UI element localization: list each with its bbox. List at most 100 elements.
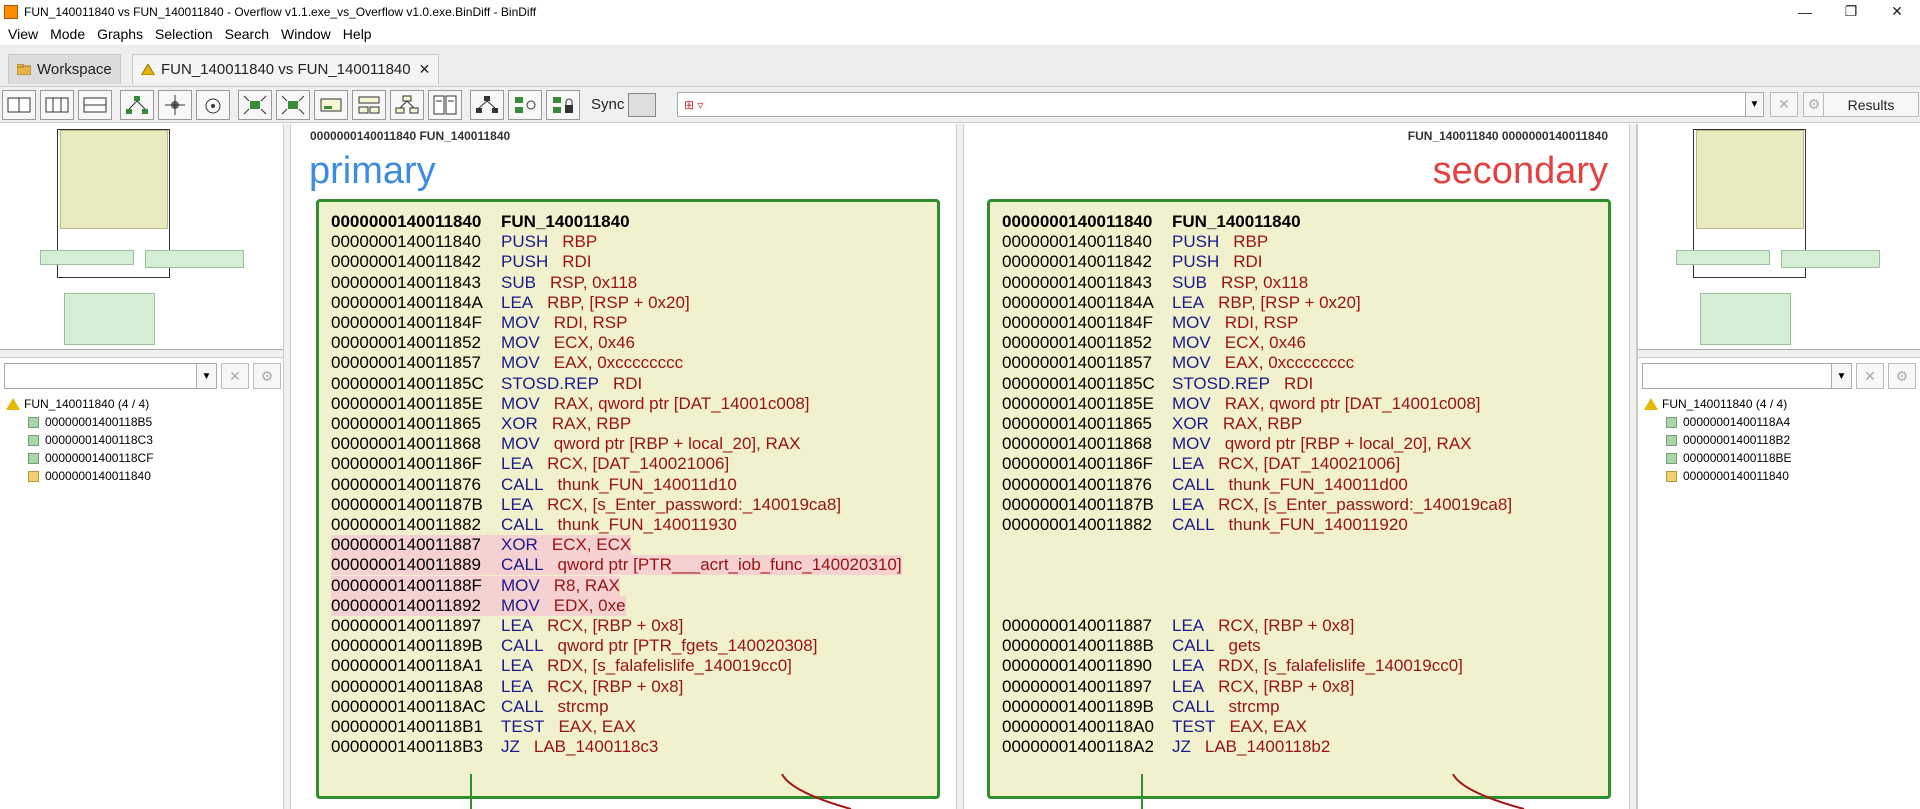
instruction-line[interactable]: 0000000140011889 CALL qword ptr [PTR___acr… bbox=[331, 555, 902, 576]
menu-view[interactable]: View bbox=[2, 26, 44, 42]
tree-item[interactable]: 00000001400118BE bbox=[1644, 449, 1916, 467]
primary-basic-block[interactable]: 0000000140011840 FUN_140011840 00000001400… bbox=[316, 199, 940, 799]
instruction-line[interactable]: 0000000140011857 MOV EAX, 0xcccccccc bbox=[331, 353, 683, 373]
instruction-line[interactable]: 0000000140011887 LEA RCX, [RBP + 0x8] bbox=[1002, 616, 1354, 636]
instruction-line[interactable]: 00000001400118B3 JZ LAB_1400118c3 bbox=[331, 737, 658, 757]
instruction-line[interactable]: 000000014001185C STOSD.REP RDI bbox=[331, 374, 642, 394]
tab-close-icon[interactable]: ✕ bbox=[419, 61, 431, 78]
graph-structure-icon[interactable] bbox=[390, 90, 424, 120]
instruction-line[interactable]: 0000000140011865 XOR RAX, RBP bbox=[1002, 414, 1302, 434]
close-button[interactable]: ✕ bbox=[1874, 0, 1920, 23]
instruction-line[interactable]: 0000000140011843 SUB RSP, 0x118 bbox=[331, 273, 637, 293]
sync-graph-icon[interactable] bbox=[508, 90, 542, 120]
instruction-line[interactable]: 000000014001184F MOV RDI, RSP bbox=[1002, 313, 1298, 333]
secondary-basic-block[interactable]: 0000000140011840 FUN_140011840 00000001400… bbox=[987, 199, 1611, 799]
instruction-line[interactable]: 000000014001184F MOV RDI, RSP bbox=[331, 313, 627, 333]
primary-graph-pane[interactable]: 0000000140011840 FUN_140011840 primary 0… bbox=[291, 124, 956, 809]
instruction-line[interactable]: 000000014001188B CALL gets bbox=[1002, 636, 1261, 656]
instruction-line[interactable]: 000000014001189B CALL qword ptr [PTR_fgets… bbox=[331, 636, 817, 656]
search-dropdown-icon[interactable]: ▼ bbox=[1745, 92, 1764, 117]
instruction-line[interactable]: 0000000140011842 PUSH RDI bbox=[1002, 252, 1263, 272]
clear-search-icon[interactable]: ✕ bbox=[1770, 92, 1798, 117]
tree-item[interactable]: 0000000140011840 bbox=[6, 467, 281, 485]
instruction-line[interactable]: 0000000140011857 MOV EAX, 0xcccccccc bbox=[1002, 353, 1354, 373]
tree-item[interactable]: 00000001400118CF bbox=[6, 449, 281, 467]
instruction-line[interactable]: 000000014001187B LEA RCX, [s_Enter_passwor… bbox=[1002, 495, 1512, 515]
split-view-icon[interactable] bbox=[40, 90, 74, 120]
edge-highlight-icon[interactable] bbox=[352, 90, 386, 120]
instruction-line[interactable]: 000000014001184A LEA RBP, [RSP + 0x20] bbox=[331, 293, 690, 313]
tree-item[interactable]: 00000001400118B2 bbox=[1644, 431, 1916, 449]
instruction-line[interactable]: 0000000140011897 LEA RCX, [RBP + 0x8] bbox=[331, 616, 683, 636]
filter-input[interactable] bbox=[1642, 363, 1832, 389]
tree-settings-icon[interactable] bbox=[470, 90, 504, 120]
instruction-line[interactable]: 0000000140011892 MOV EDX, 0xe bbox=[331, 595, 626, 616]
lock-graph-icon[interactable] bbox=[546, 90, 580, 120]
zoom-selection-icon[interactable] bbox=[276, 90, 310, 120]
search-input[interactable]: ⊞ ▿ bbox=[677, 92, 1763, 117]
instruction-line[interactable]: 000000014001188F MOV R8, RAX bbox=[331, 575, 620, 596]
panel-splitter[interactable] bbox=[0, 350, 285, 358]
hierarchical-layout-icon[interactable] bbox=[120, 90, 154, 120]
instruction-line[interactable]: 0000000140011868 MOV qword ptr [RBP + loca… bbox=[331, 434, 801, 454]
orthogonal-layout-icon[interactable] bbox=[158, 90, 192, 120]
pane-splitter[interactable] bbox=[1629, 124, 1637, 809]
tab-function-diff[interactable]: FUN_140011840 vs FUN_140011840 ✕ bbox=[132, 54, 440, 84]
block-header[interactable]: 0000000140011840 FUN_140011840 bbox=[331, 212, 630, 232]
instruction-line[interactable]: 00000001400118AC CALL strcmp bbox=[331, 697, 609, 717]
panel-splitter[interactable] bbox=[1638, 350, 1920, 358]
instruction-line[interactable]: 0000000140011843 SUB RSP, 0x118 bbox=[1002, 273, 1308, 293]
instruction-line[interactable]: 00000001400118A1 LEA RDX, [s_falafelislife… bbox=[331, 656, 792, 676]
instruction-line[interactable]: 000000014001185E MOV RAX, qword ptr [DAT_1… bbox=[331, 394, 810, 414]
instruction-line[interactable]: 0000000140011897 LEA RCX, [RBP + 0x8] bbox=[1002, 677, 1354, 697]
secondary-overview-map[interactable] bbox=[1638, 124, 1920, 350]
instruction-line[interactable]: 0000000140011868 MOV qword ptr [RBP + loca… bbox=[1002, 434, 1472, 454]
tree-item[interactable]: 0000000140011840 bbox=[1644, 467, 1916, 485]
instruction-line[interactable]: 0000000140011852 MOV ECX, 0x46 bbox=[331, 333, 635, 353]
menu-help[interactable]: Help bbox=[337, 26, 378, 42]
instruction-line[interactable]: 00000001400118A2 JZ LAB_1400118b2 bbox=[1002, 737, 1330, 757]
instruction-line[interactable]: 000000014001189B CALL strcmp bbox=[1002, 697, 1280, 717]
filter-settings-icon[interactable]: ⚙ bbox=[253, 363, 281, 389]
pane-splitter[interactable] bbox=[956, 124, 964, 809]
filter-dropdown-icon[interactable]: ▼ bbox=[1832, 363, 1852, 389]
block-header[interactable]: 0000000140011840 FUN_140011840 bbox=[1002, 212, 1301, 232]
zoom-fit-icon[interactable] bbox=[238, 90, 272, 120]
tree-item[interactable]: 00000001400118C3 bbox=[6, 431, 281, 449]
instruction-line[interactable]: 00000001400118A8 LEA RCX, [RBP + 0x8] bbox=[331, 677, 683, 697]
proximity-browsing-icon[interactable] bbox=[314, 90, 348, 120]
instruction-line[interactable]: 000000014001184A LEA RBP, [RSP + 0x20] bbox=[1002, 293, 1361, 313]
instruction-line[interactable]: 000000014001187B LEA RCX, [s_Enter_passwor… bbox=[331, 495, 841, 515]
instruction-line[interactable]: 0000000140011876 CALL thunk_FUN_140011d10 bbox=[331, 475, 737, 495]
graph-view-icon[interactable] bbox=[2, 90, 36, 120]
instruction-line[interactable]: 0000000140011887 XOR ECX, ECX bbox=[331, 535, 632, 556]
instruction-line[interactable]: 0000000140011852 MOV ECX, 0x46 bbox=[1002, 333, 1306, 353]
filter-input[interactable] bbox=[4, 363, 197, 389]
menu-selection[interactable]: Selection bbox=[149, 26, 219, 42]
instruction-line[interactable]: 0000000140011840 PUSH RBP bbox=[331, 232, 597, 252]
instruction-line[interactable]: 000000014001185E MOV RAX, qword ptr [DAT_1… bbox=[1002, 394, 1481, 414]
circular-layout-icon[interactable] bbox=[196, 90, 230, 120]
primary-overview-map[interactable] bbox=[0, 124, 285, 350]
instruction-line[interactable]: 0000000140011890 LEA RDX, [s_falafelislife… bbox=[1002, 656, 1463, 676]
instruction-line[interactable]: 0000000140011882 CALL thunk_FUN_140011930 bbox=[331, 515, 737, 535]
menu-mode[interactable]: Mode bbox=[44, 26, 91, 42]
tree-item[interactable]: 00000001400118A4 bbox=[1644, 413, 1916, 431]
filter-dropdown-icon[interactable]: ▼ bbox=[197, 363, 217, 389]
instruction-line[interactable]: 0000000140011876 CALL thunk_FUN_140011d00 bbox=[1002, 475, 1408, 495]
tree-root[interactable]: FUN_140011840 (4 / 4) bbox=[6, 395, 281, 413]
pane-splitter[interactable] bbox=[283, 124, 291, 809]
instruction-line[interactable]: 00000001400118A0 TEST EAX, EAX bbox=[1002, 717, 1307, 737]
instruction-line[interactable]: 0000000140011882 CALL thunk_FUN_140011920 bbox=[1002, 515, 1408, 535]
results-button[interactable]: Results bbox=[1823, 92, 1919, 117]
table-view-icon[interactable] bbox=[78, 90, 112, 120]
instruction-line[interactable]: 000000014001186F LEA RCX, [DAT_140021006] bbox=[331, 454, 729, 474]
secondary-graph-pane[interactable]: FUN_140011840 0000000140011840 secondary… bbox=[964, 124, 1612, 809]
search-settings-icon[interactable]: ⚙ bbox=[1803, 92, 1825, 117]
filter-settings-icon[interactable]: ⚙ bbox=[1888, 363, 1916, 389]
maximize-button[interactable]: ❐ bbox=[1828, 0, 1874, 23]
search-mode-icon[interactable]: ⊞ ▿ bbox=[684, 98, 703, 112]
instruction-line[interactable]: 0000000140011842 PUSH RDI bbox=[331, 252, 592, 272]
instruction-line[interactable]: 00000001400118B1 TEST EAX, EAX bbox=[331, 717, 636, 737]
tab-workspace[interactable]: Workspace bbox=[8, 54, 121, 84]
